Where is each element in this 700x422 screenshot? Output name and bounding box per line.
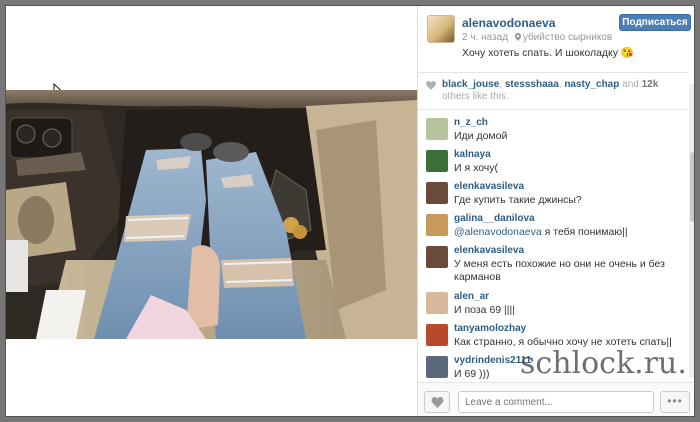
comment-text: Где купить такие джинсы? xyxy=(454,194,582,206)
comment-username[interactable]: n_z_ch xyxy=(454,117,488,128)
comment-text-body: я тебя понимаю|| xyxy=(544,226,628,238)
heart-icon xyxy=(431,397,444,408)
likes-suffix: others like this. xyxy=(442,91,509,102)
post-username[interactable]: alenavodonaeva xyxy=(462,16,555,30)
photo-image xyxy=(6,90,417,339)
comment-mention[interactable]: @alenavodonaeva xyxy=(454,226,542,238)
post-location[interactable]: убийство сырников xyxy=(523,32,612,43)
comment-bar: ••• xyxy=(418,382,694,416)
photo-pane xyxy=(6,6,417,416)
likes-count[interactable]: 12k xyxy=(642,79,659,90)
comment-username[interactable]: alen_ar xyxy=(454,291,489,302)
comment-avatar[interactable] xyxy=(426,118,448,140)
liker-1[interactable]: black_jouse xyxy=(442,79,499,90)
post-caption: Хочу хотеть спать. И шоколадку 😘 xyxy=(462,47,635,59)
comment-text: @alenavodonaeva я тебя понимаю|| xyxy=(454,226,686,239)
post-meta: 2 ч. назад убийство сырников xyxy=(462,32,612,43)
comment-text: Иди домой xyxy=(454,130,508,142)
comment-text: И поза 69 |||| xyxy=(454,304,515,316)
avatar[interactable] xyxy=(427,15,455,43)
likes-conj: and xyxy=(622,79,639,90)
liker-2[interactable]: stessshaaa xyxy=(505,79,559,90)
comment-avatar[interactable] xyxy=(426,150,448,172)
post-time: 2 ч. назад xyxy=(462,32,509,43)
comment-avatar[interactable] xyxy=(426,182,448,204)
comment-text: И я хочу( xyxy=(454,162,499,174)
like-button[interactable] xyxy=(424,391,450,413)
comment-username[interactable]: tanyamolozhay xyxy=(454,323,526,334)
comment-avatar[interactable] xyxy=(426,324,448,346)
liker-3[interactable]: nasty_chap xyxy=(564,79,619,90)
window-frame: alenavodonaeva Подписаться 2 ч. назад уб… xyxy=(0,0,700,422)
comment-username[interactable]: elenkavasileva xyxy=(454,245,524,256)
scrollbar-thumb[interactable] xyxy=(690,152,694,222)
comment-text: У меня есть похожие но они не очень и бе… xyxy=(454,258,665,283)
comment-avatar[interactable] xyxy=(426,356,448,378)
comment-avatar[interactable] xyxy=(426,246,448,268)
comment-input[interactable] xyxy=(458,391,654,413)
watermark: schlock.ru. xyxy=(520,346,687,381)
comment-username[interactable]: galina__danilova xyxy=(454,213,535,224)
post-header: alenavodonaeva Подписаться 2 ч. назад уб… xyxy=(418,6,694,68)
comment-username[interactable]: elenkavasileva xyxy=(454,181,524,192)
likes-summary: black_jouse, stessshaaa, nasty_chap and … xyxy=(418,72,688,108)
follow-button[interactable]: Подписаться xyxy=(619,14,691,31)
comment-avatar[interactable] xyxy=(426,292,448,314)
more-dots-icon[interactable]: ••• xyxy=(660,391,690,413)
location-pin-icon xyxy=(514,33,521,41)
heart-icon xyxy=(426,81,436,90)
comments-scrollbar[interactable] xyxy=(689,84,694,378)
comments-list[interactable]: n_z_ch Иди домой kalnaya И я хочу( elenk… xyxy=(418,109,688,381)
comment-username[interactable]: kalnaya xyxy=(454,149,491,160)
comment-avatar[interactable] xyxy=(426,214,448,236)
post-photo[interactable] xyxy=(6,90,417,339)
